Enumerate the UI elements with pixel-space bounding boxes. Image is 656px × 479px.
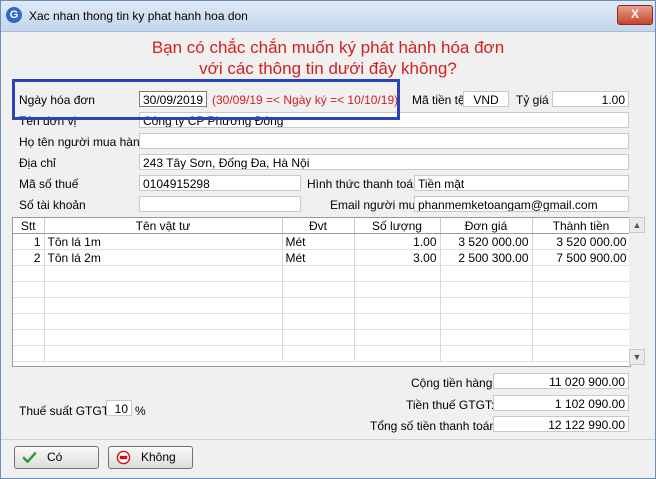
date-range-note: (30/09/19 =< Ngày ký =< 10/10/19) [212, 93, 399, 107]
table-scrollbar[interactable]: ▲ ▼ [629, 217, 645, 365]
subtotal-field[interactable]: 11 020 900.00 [493, 373, 629, 389]
button-bar: Có Không [1, 439, 655, 479]
grand-total-label: Tổng số tiền thanh toán: [370, 419, 500, 433]
subtotal-label: Cộng tiền hàng: [411, 376, 496, 390]
buyer-name-field[interactable] [139, 133, 629, 149]
row-unit: Mét [282, 249, 355, 266]
table-row[interactable]: 1 Tôn lá 1m Mét 1.00 3 520 000.00 3 520 … [13, 233, 631, 250]
items-table[interactable]: Stt Tên vật tư Đvt Số lượng Đơn giá Thàn… [12, 217, 631, 367]
row-unit-price: 2 500 300.00 [440, 249, 533, 266]
table-row[interactable] [13, 313, 631, 330]
row-stt: 1 [13, 233, 45, 250]
invoice-date-field[interactable]: 30/09/2019 [139, 91, 207, 107]
currency-field[interactable]: VND [463, 91, 509, 107]
vat-rate-field[interactable]: 10 [106, 400, 132, 416]
row-unit-price: 3 520 000.00 [440, 233, 533, 250]
row-item-name: Tôn lá 1m [44, 233, 283, 250]
row-unit: Mét [282, 233, 355, 250]
table-row[interactable] [13, 297, 631, 314]
unit-name-field[interactable]: Công ty CP Phương Đông [139, 112, 629, 128]
column-header-item-name[interactable]: Tên vật tư [44, 218, 283, 234]
column-header-quantity[interactable]: Số lượng [354, 218, 441, 234]
payment-method-label: Hình thức thanh toán [307, 177, 420, 191]
address-field[interactable]: 243 Tây Sơn, Đống Đa, Hà Nội [139, 154, 629, 170]
confirm-question-line2: với các thông tin dưới đây không? [199, 59, 457, 78]
exchange-rate-field[interactable]: 1.00 [552, 91, 629, 107]
yes-button-label: Có [47, 450, 63, 464]
account-number-field[interactable] [139, 196, 301, 212]
vat-amount-field[interactable]: 1 102 090.00 [493, 395, 629, 411]
row-item-name: Tôn lá 2m [44, 249, 283, 266]
confirm-question-line1: Bạn có chắc chắn muốn ký phát hành hóa đ… [151, 38, 505, 57]
payment-method-field[interactable]: Tiền mặt [414, 175, 629, 191]
address-label: Địa chỉ [19, 156, 56, 170]
title-bar: G Xac nhan thong tin ky phat hanh hoa do… [1, 1, 655, 32]
grand-total-field[interactable]: 12 122 990.00 [493, 416, 629, 432]
vat-amount-label: Tiền thuế GTGT: [406, 398, 495, 412]
yes-button[interactable]: Có [14, 446, 99, 469]
scroll-down-icon[interactable]: ▼ [629, 349, 645, 365]
confirm-dialog: G Xac nhan thong tin ky phat hanh hoa do… [0, 0, 656, 479]
stop-icon [116, 450, 131, 465]
table-row[interactable]: 2 Tôn lá 2m Mét 3.00 2 500 300.00 7 500 … [13, 249, 631, 266]
row-quantity: 1.00 [354, 233, 441, 250]
exchange-rate-label: Tỷ giá [516, 93, 549, 107]
no-button[interactable]: Không [108, 446, 193, 469]
scroll-up-icon[interactable]: ▲ [629, 217, 645, 233]
row-stt: 2 [13, 249, 45, 266]
vat-rate-label: Thuế suất GTGT: [19, 404, 112, 418]
invoice-date-label: Ngày hóa đơn [19, 93, 95, 107]
table-header-row: Stt Tên vật tư Đvt Số lượng Đơn giá Thàn… [13, 218, 631, 234]
tax-code-label: Mã số thuế [19, 177, 79, 191]
column-header-stt[interactable]: Stt [13, 218, 45, 234]
account-number-label: Số tài khoản [19, 198, 86, 212]
confirm-question: Bạn có chắc chắn muốn ký phát hành hóa đ… [1, 37, 655, 79]
vat-rate-unit: % [135, 404, 146, 418]
table-row[interactable] [13, 265, 631, 282]
table-row[interactable] [13, 281, 631, 298]
row-amount: 7 500 900.00 [532, 249, 631, 266]
table-row[interactable] [13, 329, 631, 346]
buyer-name-label: Họ tên người mua hàng [19, 135, 147, 149]
window-title: Xac nhan thong tin ky phat hanh hoa don [29, 9, 248, 23]
checkmark-icon [22, 452, 37, 463]
column-header-unit-price[interactable]: Đơn giá [440, 218, 533, 234]
buyer-email-field[interactable]: phanmemketoangam@gmail.com [414, 196, 629, 212]
column-header-amount[interactable]: Thành tiền [532, 218, 631, 234]
unit-name-label: Tên đơn vị [19, 114, 77, 128]
row-amount: 3 520 000.00 [532, 233, 631, 250]
app-logo-icon: G [6, 7, 22, 23]
currency-label: Mã tiền tệ [412, 93, 465, 107]
buyer-email-label: Email người mua [330, 198, 422, 212]
close-button[interactable]: X [617, 5, 653, 25]
no-button-label: Không [141, 450, 176, 464]
row-quantity: 3.00 [354, 249, 441, 266]
column-header-unit[interactable]: Đvt [282, 218, 355, 234]
table-row[interactable] [13, 345, 631, 362]
tax-code-field[interactable]: 0104915298 [139, 175, 301, 191]
